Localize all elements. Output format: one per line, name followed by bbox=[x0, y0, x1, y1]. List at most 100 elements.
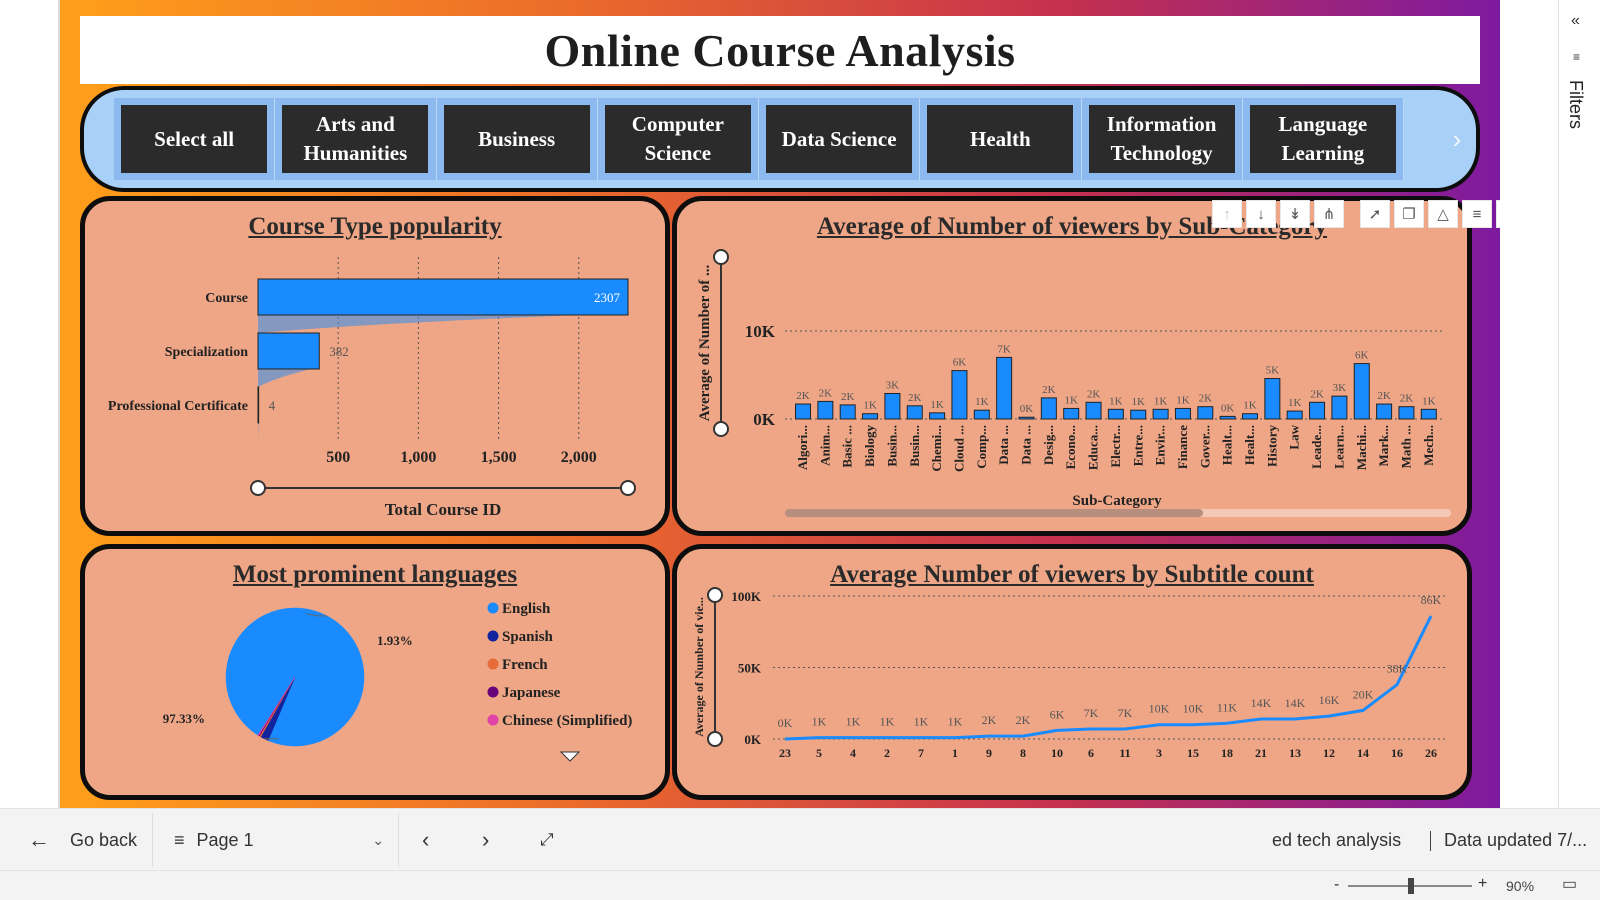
column-bar[interactable] bbox=[1152, 408, 1169, 420]
x-axis-title: Total Course ID bbox=[385, 500, 502, 519]
bar[interactable] bbox=[257, 386, 260, 424]
x-tick-label: 16 bbox=[1391, 746, 1403, 760]
double-chevron-left-icon[interactable]: « bbox=[1571, 12, 1580, 30]
x-tick-label: Law bbox=[1287, 424, 1302, 449]
slicer-button-information-technology[interactable]: Information Technology bbox=[1088, 105, 1235, 173]
chevron-right-icon[interactable]: › bbox=[1446, 124, 1468, 154]
data-label: 6K bbox=[1355, 350, 1369, 362]
zoom-slider-thumb[interactable] bbox=[1407, 878, 1414, 894]
fit-to-page-icon[interactable]: ⤢ bbox=[540, 809, 554, 871]
y-range-slider-handle-top[interactable] bbox=[707, 587, 723, 603]
column-bar[interactable] bbox=[1286, 410, 1303, 420]
x-tick-label: 9 bbox=[986, 746, 992, 760]
y-tick-label: 0K bbox=[753, 410, 776, 429]
column-bar[interactable] bbox=[1018, 416, 1035, 420]
filters-pane-label[interactable]: Filters bbox=[1565, 80, 1586, 129]
legend-item[interactable]: Chinese (Simplified) bbox=[502, 713, 632, 729]
x-tick-label: Mech... bbox=[1421, 425, 1436, 466]
x-tick-label: 21 bbox=[1255, 746, 1267, 760]
page-selector[interactable]: ≡ Page 1 ⌄ bbox=[174, 809, 384, 871]
column-bar[interactable] bbox=[1353, 363, 1370, 420]
expand-hierarchy-icon[interactable]: ⋔ bbox=[1314, 200, 1344, 228]
zoom-in-button[interactable]: + bbox=[1478, 875, 1487, 893]
column-bar[interactable] bbox=[1107, 408, 1124, 420]
column-bar[interactable] bbox=[1130, 409, 1147, 420]
legend-scroll-down-icon[interactable] bbox=[559, 751, 581, 762]
column-bar[interactable] bbox=[1174, 407, 1191, 420]
legend-marker bbox=[487, 714, 499, 726]
bar[interactable] bbox=[257, 278, 629, 316]
x-tick-label: Gover... bbox=[1197, 425, 1212, 468]
y-range-slider-handle-bottom[interactable] bbox=[707, 731, 723, 747]
column-bar[interactable] bbox=[795, 403, 811, 420]
go-back-button[interactable]: ← Go back bbox=[28, 809, 137, 871]
column-bar[interactable] bbox=[1331, 395, 1348, 420]
x-tick-label: Econo... bbox=[1063, 425, 1078, 469]
column-bar[interactable] bbox=[929, 412, 946, 420]
slicer-button-language-learning[interactable]: Language Learning bbox=[1249, 105, 1396, 173]
legend-item[interactable]: Spanish bbox=[502, 629, 554, 645]
column-bar[interactable] bbox=[906, 405, 923, 420]
x-tick-label: Healt... bbox=[1242, 425, 1257, 465]
previous-page-icon[interactable]: ‹ bbox=[422, 809, 429, 871]
column-bar[interactable] bbox=[1264, 378, 1281, 420]
arrow-down-icon[interactable]: ↓ bbox=[1246, 200, 1276, 228]
column-bar[interactable] bbox=[996, 356, 1013, 420]
data-label: 1K bbox=[914, 715, 929, 729]
x-tick-label: History bbox=[1264, 425, 1279, 467]
range-slider-handle-right[interactable] bbox=[620, 480, 636, 496]
focus-mode-icon[interactable]: ⤢ bbox=[1496, 200, 1500, 228]
column-bar[interactable] bbox=[884, 392, 901, 420]
data-label: 382 bbox=[329, 344, 349, 359]
zoom-slider[interactable] bbox=[1348, 878, 1472, 894]
fit-page-icon[interactable]: ▭ bbox=[1562, 874, 1577, 894]
data-label: 1K bbox=[863, 400, 877, 412]
bar[interactable] bbox=[257, 332, 320, 370]
column-bar[interactable] bbox=[1063, 407, 1080, 420]
legend-item[interactable]: French bbox=[502, 657, 548, 673]
slicer-button-data-science[interactable]: Data Science bbox=[766, 105, 913, 173]
x-tick-label: Learn... bbox=[1331, 425, 1346, 469]
column-bar[interactable] bbox=[839, 404, 856, 420]
column-bar[interactable] bbox=[1398, 406, 1415, 420]
legend-item[interactable]: Japanese bbox=[502, 685, 561, 701]
data-label: 7K bbox=[997, 343, 1011, 355]
filter-icon[interactable]: ≡ bbox=[1462, 200, 1492, 228]
arrow-up-icon[interactable]: ↑ bbox=[1212, 200, 1242, 228]
column-bar[interactable] bbox=[1197, 406, 1214, 420]
column-bar[interactable] bbox=[1309, 401, 1326, 420]
column-bar[interactable] bbox=[1242, 413, 1258, 420]
slicer-button-select-all[interactable]: Select all bbox=[121, 105, 268, 173]
data-label: 2K bbox=[1016, 713, 1031, 727]
column-bar[interactable] bbox=[1040, 397, 1057, 420]
slicer-button-arts-and-humanities[interactable]: Arts and Humanities bbox=[282, 105, 429, 173]
column-bar[interactable] bbox=[973, 409, 990, 420]
alert-bell-icon[interactable]: △ bbox=[1428, 200, 1458, 228]
x-tick-label: 3 bbox=[1156, 746, 1162, 760]
column-bar[interactable] bbox=[1376, 403, 1393, 420]
column-bar[interactable] bbox=[1085, 401, 1102, 420]
legend-item[interactable]: English bbox=[502, 601, 551, 617]
zoom-out-button[interactable]: - bbox=[1334, 876, 1339, 894]
column-bar[interactable] bbox=[1219, 415, 1236, 420]
scrollbar-thumb[interactable] bbox=[785, 509, 1203, 517]
x-tick-label: 5 bbox=[816, 746, 822, 760]
range-slider-handle-left[interactable] bbox=[250, 480, 266, 496]
copy-icon[interactable]: ❐ bbox=[1394, 200, 1424, 228]
column-bar[interactable] bbox=[817, 400, 834, 420]
double-arrow-down-icon[interactable]: ↡ bbox=[1280, 200, 1310, 228]
arrow-left-icon: ← bbox=[28, 827, 50, 852]
slicer-button-health[interactable]: Health bbox=[927, 105, 1074, 173]
column-bar[interactable] bbox=[951, 370, 968, 420]
next-page-icon[interactable]: › bbox=[482, 809, 489, 871]
slicer-button-business[interactable]: Business bbox=[443, 105, 590, 173]
pin-icon[interactable]: ➚ bbox=[1360, 200, 1390, 228]
column-bar[interactable] bbox=[862, 413, 879, 420]
slicer-button-computer-science[interactable]: Computer Science bbox=[604, 105, 751, 173]
y-range-slider-handle-top[interactable] bbox=[713, 249, 729, 265]
y-range-slider-handle-bottom[interactable] bbox=[713, 421, 729, 437]
column-bar[interactable] bbox=[1420, 408, 1437, 420]
data-label: 2K bbox=[1400, 393, 1414, 405]
category-slicer: Select all Arts and Humanities Business … bbox=[80, 86, 1480, 192]
subtitle-panel: Average Number of viewers by Subtitle co… bbox=[672, 544, 1472, 800]
